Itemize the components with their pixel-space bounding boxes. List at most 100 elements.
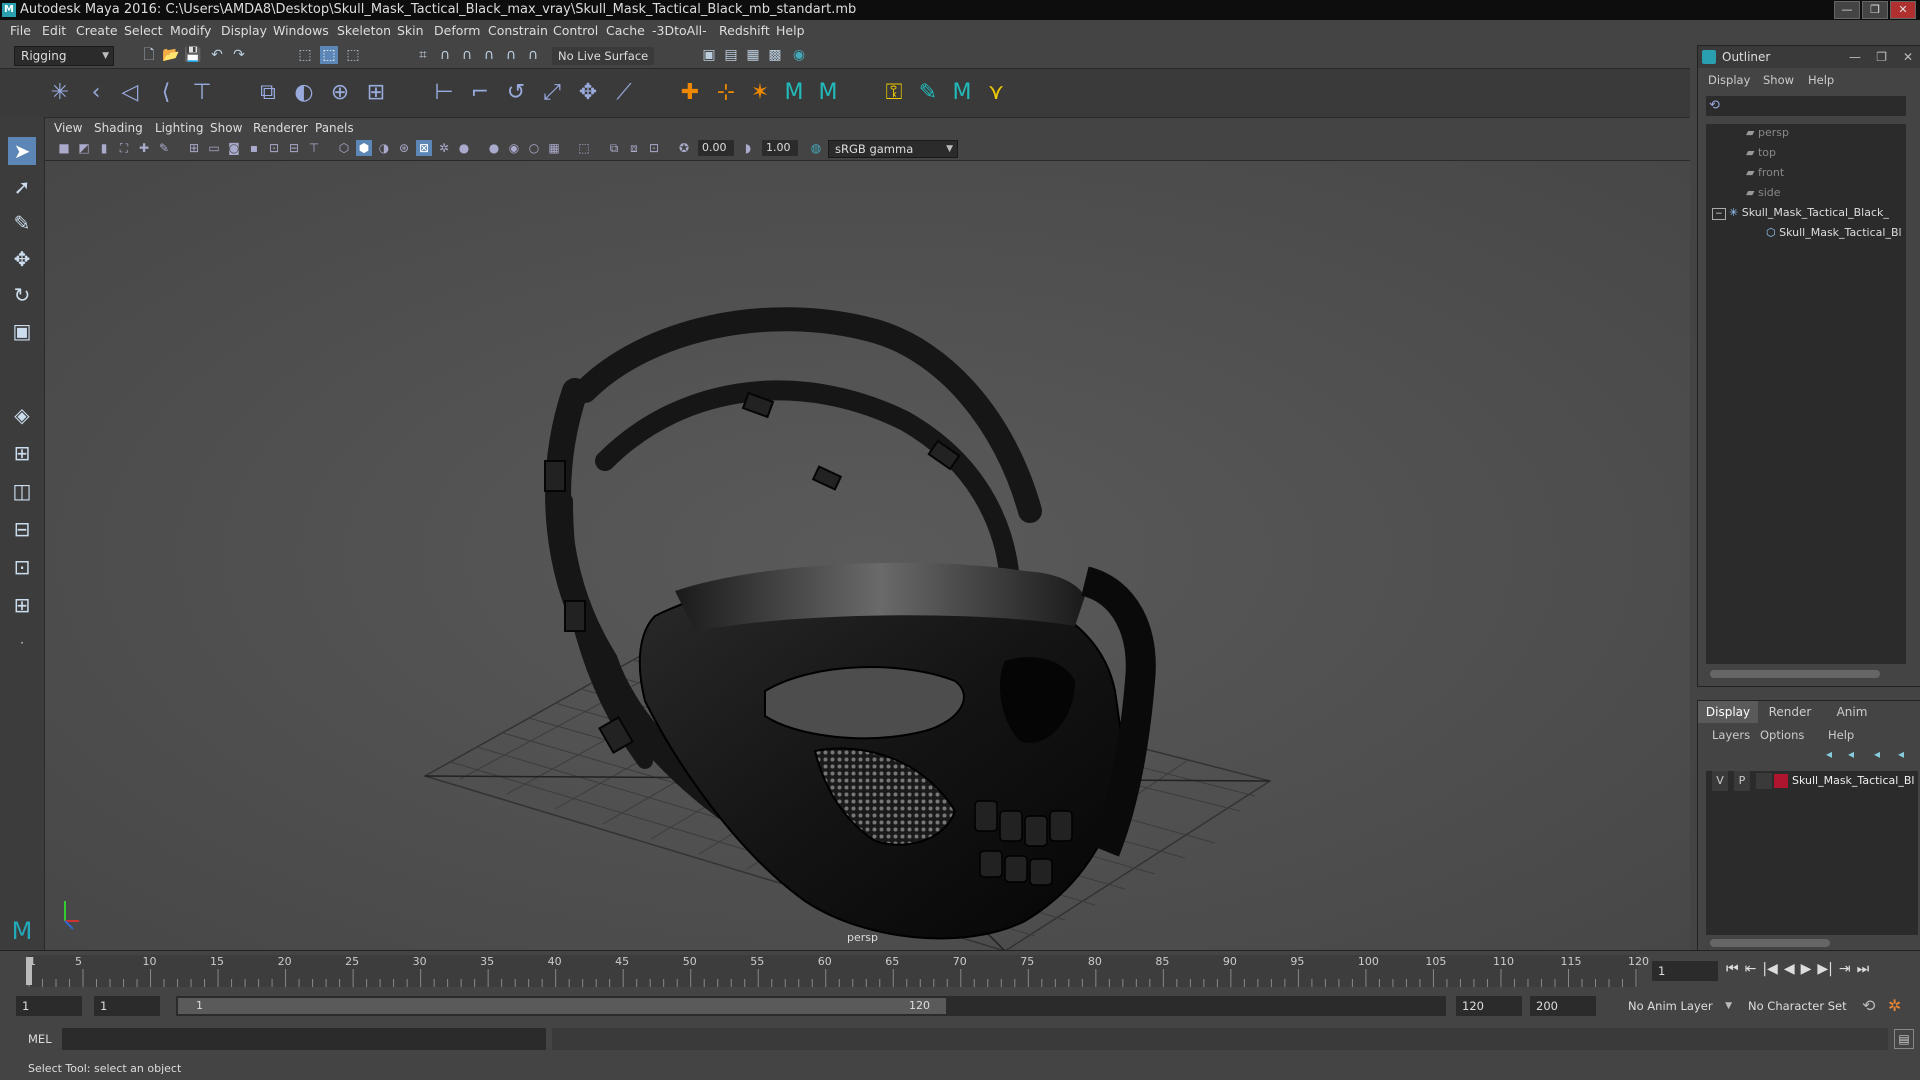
anim-prefs-icon[interactable]: ✲ [1888,996,1901,1015]
dof-icon[interactable]: ○ [526,140,542,156]
outliner-search-field[interactable]: ⟲ [1706,96,1906,116]
outliner-menu-help[interactable]: Help [1808,70,1834,90]
live-surface-field[interactable]: No Live Surface [552,47,654,65]
ik-handle-icon[interactable]: ‹ [82,79,110,107]
joint-tool-icon[interactable]: ✳ [46,79,74,107]
menu-file[interactable]: File [10,20,31,42]
panel-menu-panels[interactable]: Panels [315,118,354,138]
gamma-field[interactable]: 1.00 [762,140,798,156]
safe-action-icon[interactable]: ⊟ [286,140,302,156]
menu-help[interactable]: Help [776,20,805,42]
collapse-icon[interactable]: − [1712,208,1726,220]
step-forward-key-icon[interactable]: ⇥ [1839,961,1851,981]
ambient-occlusion-icon[interactable]: ● [456,140,472,156]
xray-joints-icon[interactable]: ⧉ [606,140,622,156]
gamma-icon[interactable]: ◗ [740,140,756,156]
wireframe-icon[interactable]: ⬡ [336,140,352,156]
layer-visibility-toggle[interactable]: V [1712,771,1728,791]
select-hierarchy-icon[interactable]: ⬚ [296,46,314,64]
layer-h-scrollbar[interactable] [1710,939,1830,947]
range-slider[interactable]: 1 120 [176,996,1446,1016]
menu-windows[interactable]: Windows [273,20,329,42]
anim-layer-dropdown[interactable]: No Anim Layer ▼ [1616,996,1734,1016]
outliner-h-scrollbar[interactable] [1710,670,1880,678]
open-scene-icon[interactable]: 📂 [162,46,180,64]
play-forward-icon[interactable]: ▶ [1801,961,1812,981]
render-settings-icon[interactable]: ▦ [744,46,762,64]
key-tool-icon[interactable]: ⚿ [880,79,908,107]
menu-edit[interactable]: Edit [42,20,66,42]
layer-display-type[interactable] [1756,773,1772,789]
move-layer-up-icon[interactable]: ◂ [1826,747,1832,761]
panel-menu-view[interactable]: View [54,118,82,138]
scale-constraint-icon[interactable]: ⤢ [538,79,566,107]
safe-title-icon[interactable]: ⊤ [306,140,322,156]
panel-menu-lighting[interactable]: Lighting [155,118,204,138]
snap-view-icon[interactable]: ∩ [480,46,498,64]
snap-point-icon[interactable]: ∩ [458,46,476,64]
range-slider-handle[interactable]: 1 120 [178,998,946,1014]
antialias-icon[interactable]: ◉ [506,140,522,156]
outliner-maximize-button[interactable]: ❐ [1876,46,1887,68]
go-to-start-icon[interactable]: ⏮ [1726,961,1739,981]
lattice-icon[interactable]: ⊞ [362,79,390,107]
panel-menu-shading[interactable]: Shading [94,118,143,138]
outliner-close-button[interactable]: ✕ [1903,46,1913,68]
aim-constraint-icon[interactable]: ✥ [574,79,602,107]
tab-render[interactable]: Render [1760,701,1820,723]
graph-layout-icon[interactable]: ⊡ [8,553,36,581]
image-plane-icon[interactable]: ⛶ [116,140,132,156]
outliner-item-top[interactable]: ▰ top [1746,144,1776,162]
cluster-icon[interactable]: ⊹ [712,79,740,107]
menu-skin[interactable]: Skin [397,20,424,42]
view-transform-dropdown[interactable]: sRGB gamma ▼ [828,140,958,158]
outliner-menu-display[interactable]: Display [1708,70,1750,90]
menu-create[interactable]: Create [76,20,118,42]
command-input[interactable] [62,1028,546,1050]
persp-outliner-layout-icon[interactable]: ⊟ [8,515,36,543]
maya-tool-c-icon[interactable]: M [948,79,976,107]
maya-tool-a-icon[interactable]: M [780,79,808,107]
layer-menu-options[interactable]: Options [1760,725,1804,745]
brush-tool-icon[interactable]: ✎ [914,79,942,107]
orient-constraint-icon[interactable]: ↺ [502,79,530,107]
single-pane-layout-icon[interactable]: ◈ [8,401,36,429]
menu-deform[interactable]: Deform [434,20,480,42]
menu-display[interactable]: Display [221,20,267,42]
color-management-icon[interactable]: ◍ [808,140,824,156]
playback-start-field[interactable]: 1 [94,996,160,1016]
select-tool-icon[interactable]: ➤ [8,137,36,165]
grid-toggle-icon[interactable]: ⊞ [186,140,202,156]
outliner-item-persp[interactable]: ▰ persp [1746,124,1789,142]
rotate-tool-icon[interactable]: ↻ [8,281,36,309]
grease-pencil-icon[interactable]: ✎ [156,140,172,156]
hypershade-icon[interactable]: ▩ [766,46,784,64]
four-pane-layout-icon[interactable]: ⊞ [8,439,36,467]
undo-icon[interactable]: ↶ [208,46,226,64]
motion-blur-icon[interactable]: ● [486,140,502,156]
auto-key-icon[interactable]: ⟲ [1862,996,1875,1015]
mode-dropdown[interactable]: Rigging ▼ [14,46,114,66]
new-scene-icon[interactable]: 🗋 [140,46,158,64]
menu-select[interactable]: Select [124,20,163,42]
exposure-field[interactable]: 0.00 [698,140,734,156]
layer-row[interactable]: V P Skull_Mask_Tactical_Bl [1706,771,1918,791]
new-layer-selected-icon[interactable]: ◂ [1898,747,1904,761]
vertex-tool-icon[interactable]: ⋎ [982,79,1010,107]
hypershade-layout-icon[interactable]: ⊞ [8,591,36,619]
script-editor-icon[interactable]: ▤ [1894,1029,1914,1049]
resolution-gate-icon[interactable]: ◙ [226,140,242,156]
panel-menu-show[interactable]: Show [210,118,242,138]
film-gate-icon[interactable]: ▭ [206,140,222,156]
select-object-icon[interactable]: ⬚ [320,46,338,64]
render-current-icon[interactable]: ▣ [700,46,718,64]
layer-playback-toggle[interactable]: P [1734,771,1750,791]
select-component-icon[interactable]: ⬚ [344,46,362,64]
layout-more-icon[interactable]: · [8,629,36,657]
move-layer-down-icon[interactable]: ◂ [1848,747,1854,761]
make-live-icon[interactable]: ∩ [524,46,542,64]
new-layer-icon[interactable]: ◂ [1874,747,1880,761]
shadows-icon[interactable]: ✲ [436,140,452,156]
pole-vector-icon[interactable]: ⟋ [610,79,638,107]
current-frame-field[interactable]: 1 [1652,961,1718,981]
